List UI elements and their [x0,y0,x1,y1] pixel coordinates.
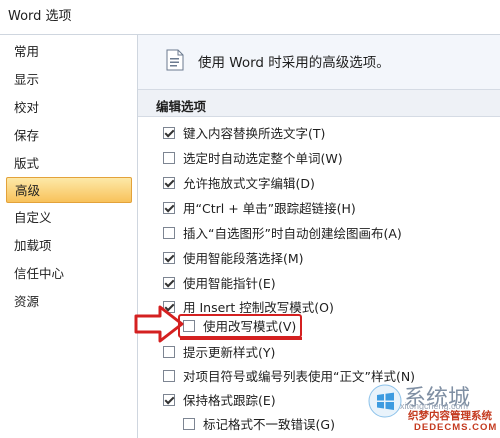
section-title: 编辑选项 [156,99,207,114]
option-label: 保持格式跟踪(E) [183,393,276,408]
checkbox[interactable] [163,394,175,406]
sidebar-item-trust-center[interactable]: 信任中心 [6,261,132,287]
option-label: 用“Ctrl + 单击”跟踪超链接(H) [183,201,356,216]
watermark-domain: DEDECMS.COM [414,422,498,433]
document-settings-icon [166,49,184,71]
option-label: 使用智能段落选择(M) [183,251,304,266]
sidebar: 常用 显示 校对 保存 版式 高级 自定义 加载项 信任中心 资源 [0,34,138,438]
checkbox[interactable] [163,370,175,382]
panel-header: 使用 Word 时采用的高级选项。 [138,35,500,89]
checkbox[interactable] [163,252,175,264]
option-label: 插入“自选图形”时自动创建绘图画布(A) [183,226,402,241]
option-label: 选定时自动选定整个单词(W) [183,151,343,166]
sidebar-item-layout[interactable]: 版式 [6,151,132,177]
sidebar-item-common[interactable]: 常用 [6,39,132,65]
checkbox[interactable] [163,227,175,239]
panel-header-text: 使用 Word 时采用的高级选项。 [198,55,390,71]
checkbox[interactable] [183,418,195,430]
checkbox[interactable] [163,152,175,164]
option-label: 标记格式不一致错误(G) [203,417,335,432]
red-underline [180,337,302,340]
watermark-cms-name: 织梦内容管理系统 [408,410,492,422]
window-title: Word 选项 [0,0,500,34]
checkbox[interactable] [163,346,175,358]
section-header: 编辑选项 [138,89,500,117]
sidebar-item-display[interactable]: 显示 [6,67,132,93]
sidebar-item-advanced[interactable]: 高级 [6,177,132,203]
checkbox[interactable] [163,127,175,139]
sidebar-item-addins[interactable]: 加载项 [6,233,132,259]
checkbox[interactable] [163,177,175,189]
sidebar-item-customize[interactable]: 自定义 [6,205,132,231]
option-label: 允许拖放式文字编辑(D) [183,176,315,191]
sidebar-item-proofing[interactable]: 校对 [6,95,132,121]
highlight-box [178,314,302,338]
sidebar-item-save[interactable]: 保存 [6,123,132,149]
option-label: 使用智能指针(E) [183,276,276,291]
option-label: 键入内容替换所选文字(T) [183,126,326,141]
option-label: 提示更新样式(Y) [183,345,276,360]
checkbox[interactable] [163,277,175,289]
checkbox[interactable] [163,202,175,214]
windows-logo-icon [368,384,402,418]
sidebar-item-resources[interactable]: 资源 [6,289,132,315]
